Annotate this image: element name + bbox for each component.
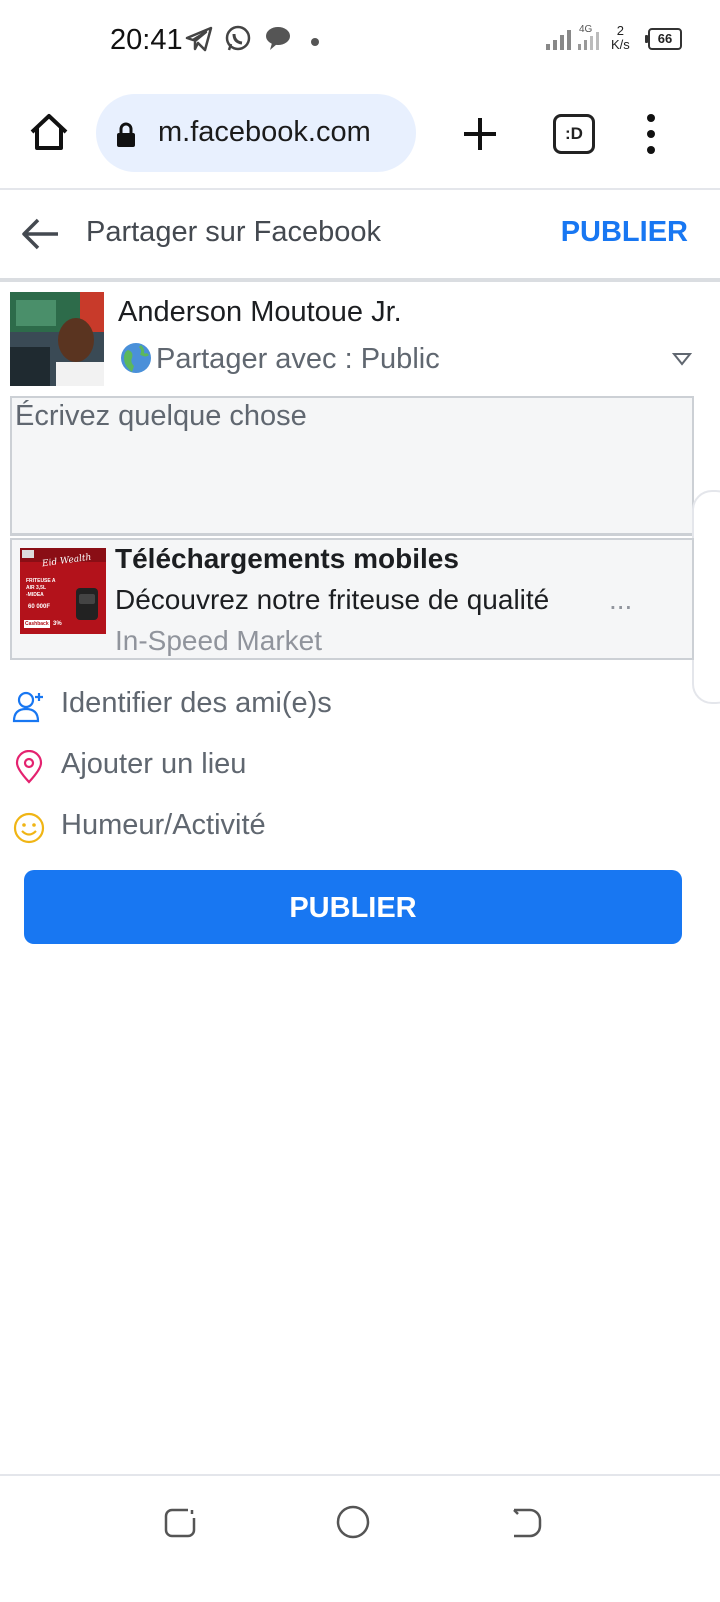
new-tab-icon[interactable]	[458, 112, 502, 156]
add-friend-icon	[12, 689, 46, 723]
thumb-line-2: AIR 3,5L	[26, 585, 47, 591]
network-speed-value: 2	[616, 23, 625, 38]
link-preview-ellipsis: ...	[609, 584, 633, 615]
link-preview-description: Découvrez notre friteuse de qualité	[115, 584, 550, 615]
url-bar[interactable]: m.facebook.com	[96, 94, 416, 172]
link-preview[interactable]: Eid Wealth FRITEUSE A AIR 3,5L -MIDEA 60…	[10, 538, 694, 660]
svg-text:4G: 4G	[579, 24, 593, 35]
thumb-badge: Cashback	[25, 621, 49, 627]
network-speed-unit: K/s	[611, 37, 630, 52]
network-speed: 2 K/s	[611, 24, 630, 52]
post-placeholder: Écrivez quelque chose	[15, 400, 307, 432]
user-name: Anderson Moutoue Jr.	[118, 296, 402, 328]
back-nav-icon[interactable]	[508, 1504, 544, 1540]
thumb-percent: 3%	[53, 621, 62, 627]
tag-friends-option[interactable]: Identifier des ami(e)s	[0, 677, 720, 733]
telegram-icon	[184, 24, 214, 59]
home-icon[interactable]	[24, 108, 74, 158]
thumb-line-1: FRITEUSE A	[26, 578, 56, 584]
privacy-selector[interactable]: Partager avec : Public	[156, 343, 440, 376]
post-textarea[interactable]: Écrivez quelque chose	[10, 396, 694, 536]
battery-icon: 66	[645, 28, 682, 50]
page-title: Partager sur Facebook	[86, 216, 381, 248]
url-text: m.facebook.com	[158, 116, 371, 148]
add-location-label: Ajouter un lieu	[61, 748, 247, 780]
system-nav-bar	[0, 1474, 720, 1602]
tag-friends-label: Identifier des ami(e)s	[61, 687, 332, 719]
home-nav-icon[interactable]	[335, 1504, 371, 1540]
add-location-option[interactable]: Ajouter un lieu	[0, 738, 720, 794]
status-time: 20:41	[110, 24, 183, 56]
tab-switcher-button[interactable]: :D	[553, 114, 595, 154]
feeling-activity-label: Humeur/Activité	[61, 809, 266, 841]
signal-4g-icon: 4G	[576, 22, 606, 55]
whatsapp-icon	[223, 24, 253, 59]
browser-toolbar: m.facebook.com :D	[0, 80, 720, 190]
status-bar: 20:41 4G 2 K/s 66	[0, 0, 720, 80]
globe-icon	[120, 342, 152, 374]
link-preview-source: In-Speed Market	[115, 625, 322, 656]
feeling-activity-option[interactable]: Humeur/Activité	[0, 799, 720, 855]
signal-icon	[545, 28, 575, 55]
link-preview-title: Téléchargements mobiles	[115, 543, 459, 574]
location-pin-icon	[12, 749, 46, 784]
lock-icon	[116, 122, 136, 153]
thumb-price: 60 000F	[28, 604, 51, 610]
avatar	[10, 292, 104, 386]
side-panel-handle[interactable]	[692, 490, 720, 704]
more-menu-icon[interactable]	[640, 112, 662, 156]
back-arrow-icon[interactable]	[18, 214, 62, 254]
publish-button[interactable]: PUBLIER	[24, 870, 682, 944]
chevron-down-icon[interactable]	[671, 352, 693, 371]
link-preview-thumbnail: Eid Wealth FRITEUSE A AIR 3,5L -MIDEA 60…	[20, 548, 106, 634]
recents-icon[interactable]	[162, 1504, 198, 1540]
dot-icon	[310, 34, 320, 52]
smiley-icon	[12, 811, 46, 845]
publish-header-button[interactable]: PUBLIER	[561, 216, 688, 249]
share-header: Partager sur Facebook PUBLIER	[0, 190, 720, 282]
chat-bubble-icon	[264, 24, 292, 57]
thumb-line-3: -MIDEA	[26, 592, 44, 598]
